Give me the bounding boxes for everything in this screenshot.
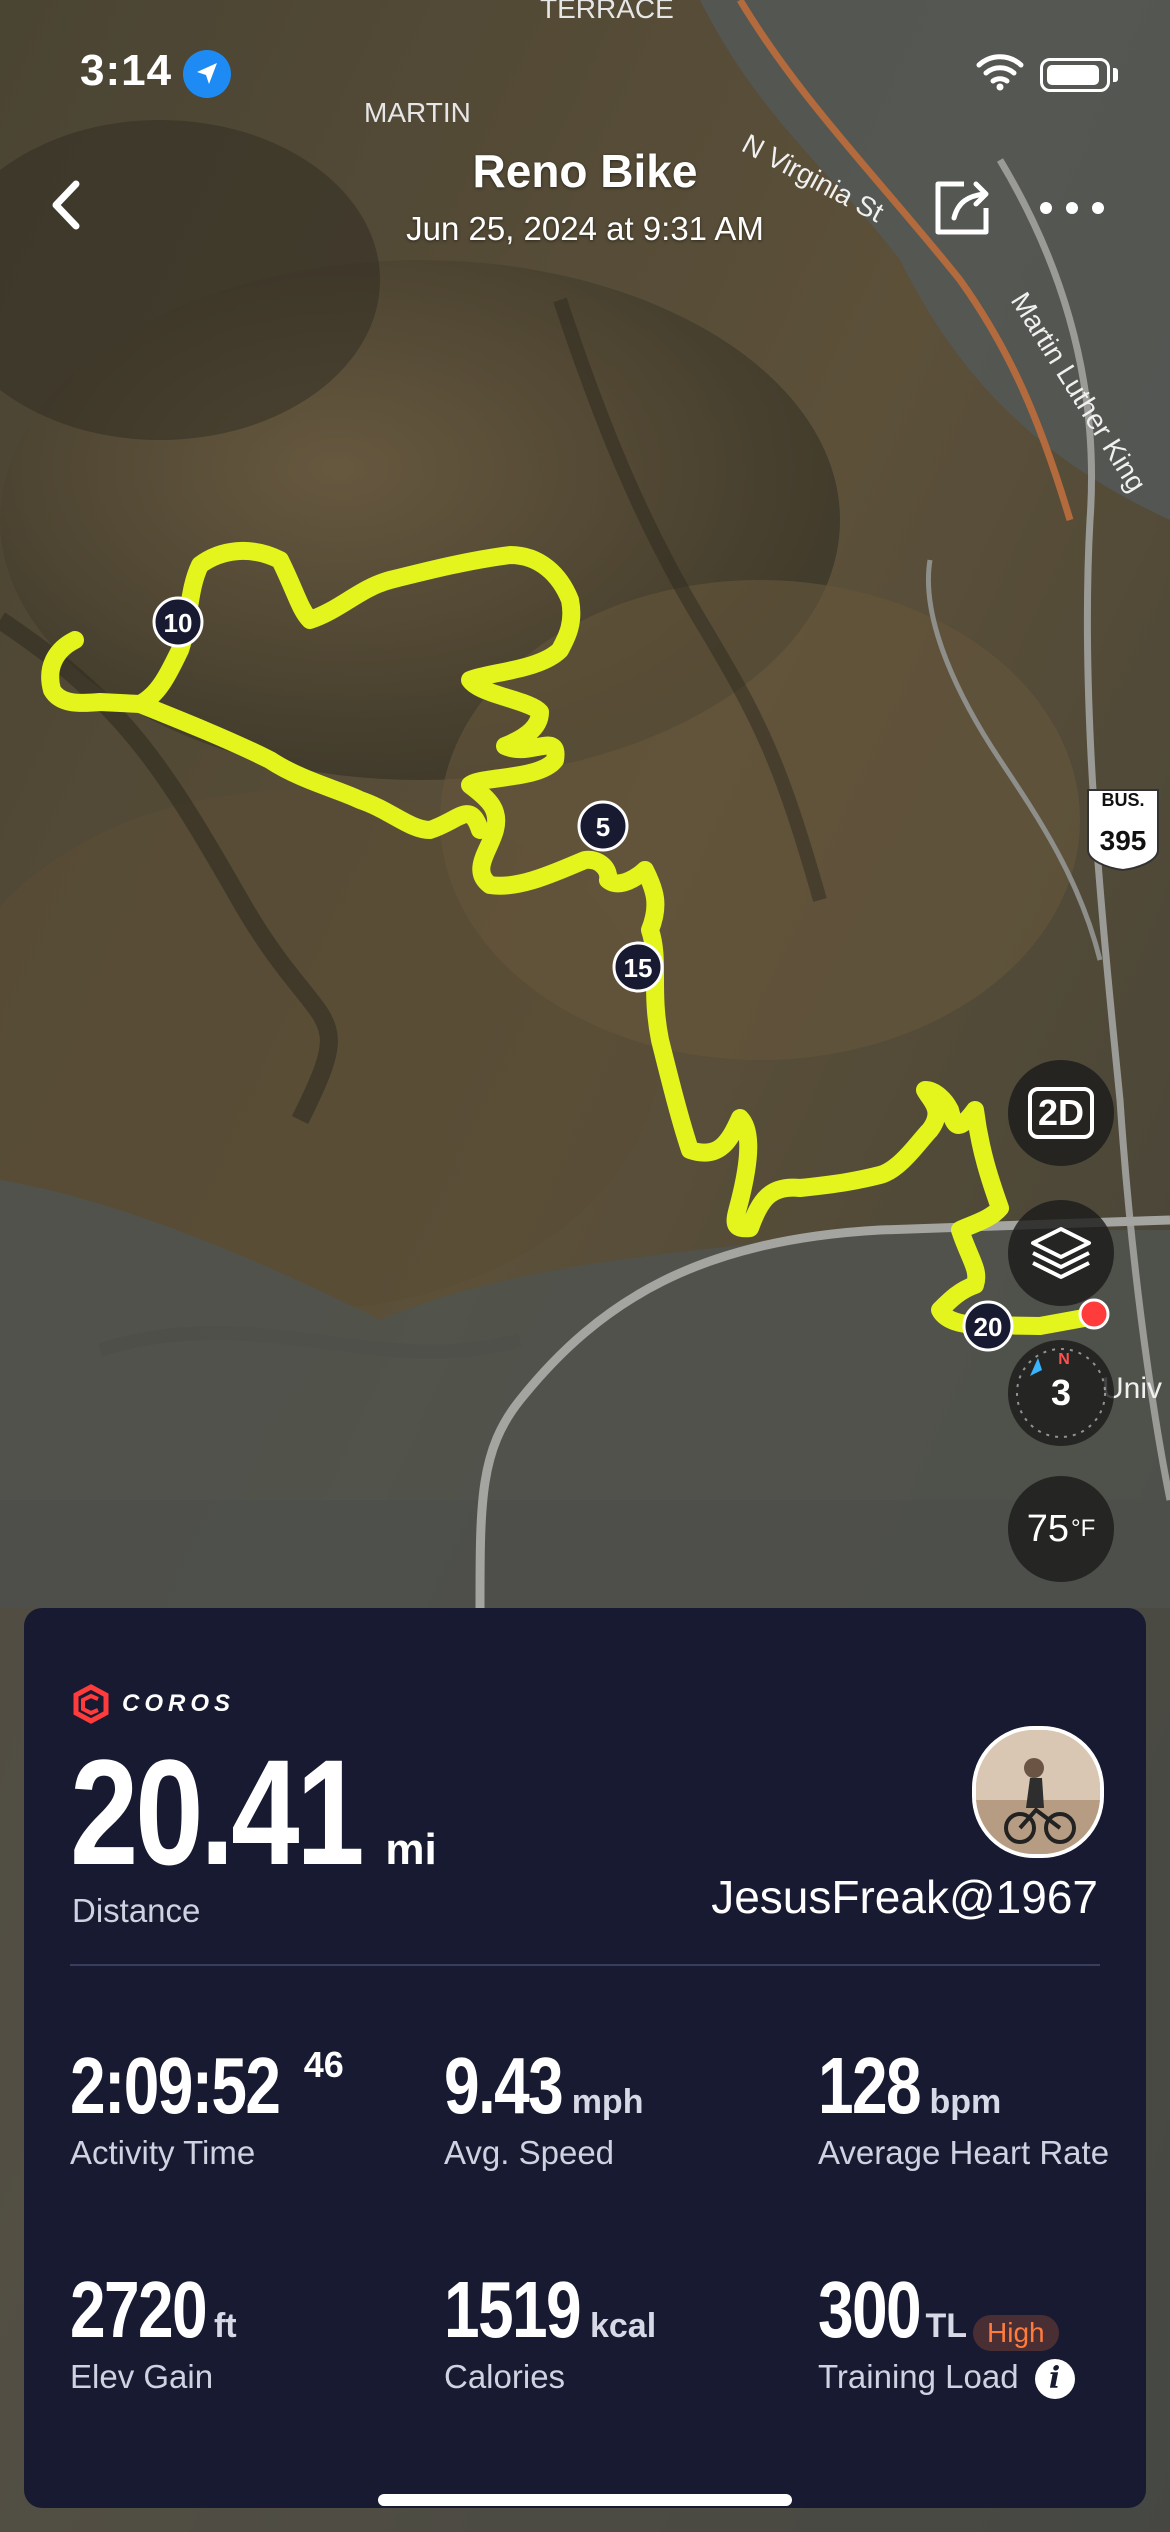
location-arrow-icon xyxy=(183,50,231,98)
route-marker-10[interactable]: 10 xyxy=(152,596,204,648)
stat-avg-speed: 9.43 mph Avg. Speed xyxy=(444,2044,804,2172)
route-marker-15[interactable]: 15 xyxy=(612,941,664,993)
stat-unit: bpm xyxy=(929,2083,1002,2121)
wifi-icon xyxy=(976,54,1024,91)
temperature-unit: °F xyxy=(1071,1515,1096,1542)
view-mode-toggle-button[interactable]: 2D xyxy=(1008,1060,1114,1166)
stat-value: 9.43 xyxy=(444,2041,564,2130)
distance-value: 20.41 xyxy=(70,1728,365,1896)
svg-text:20: 20 xyxy=(974,1312,1003,1342)
stat-sup: 46 xyxy=(303,2044,344,2085)
current-location-dot xyxy=(1078,1298,1110,1330)
view-mode-label: 2D xyxy=(1027,1087,1095,1139)
stat-value: 2:09:52 xyxy=(70,2041,281,2130)
svg-text:BUS.: BUS. xyxy=(1101,790,1144,810)
svg-text:5: 5 xyxy=(596,812,610,842)
stat-unit: TL xyxy=(925,2307,968,2345)
route-marker-5[interactable]: 5 xyxy=(577,800,629,852)
stat-value: 128 xyxy=(818,2041,922,2130)
battery-icon xyxy=(1040,58,1110,92)
stat-label: Calories xyxy=(444,2358,566,2395)
map-layers-button[interactable] xyxy=(1008,1200,1114,1306)
distance-unit: mi xyxy=(385,1825,437,1874)
svg-text:10: 10 xyxy=(164,608,193,638)
stat-value: 300 xyxy=(818,2265,922,2354)
status-bar: 3:14 xyxy=(0,0,1170,140)
stat-label: Activity Time xyxy=(70,2134,256,2171)
distance-block: 20.41 mi xyxy=(70,1726,437,1899)
stat-calories: 1519 kcal Calories xyxy=(444,2268,804,2396)
stat-unit: mph xyxy=(571,2083,644,2121)
distance-label: Distance xyxy=(72,1892,201,1929)
stat-training-load: 300 TL High Training Load i xyxy=(818,2265,1170,2400)
temperature-value: 75 xyxy=(1026,1507,1069,1550)
stat-label: Average Heart Rate xyxy=(818,2134,1110,2171)
coros-logo-icon xyxy=(73,1684,109,1724)
info-icon[interactable]: i xyxy=(1034,2359,1075,2400)
stat-label: Training Load xyxy=(818,2358,1019,2395)
stat-activity-time: 2:09:52 46 Activity Time xyxy=(70,2044,430,2172)
brand-name: COROS xyxy=(122,1690,236,1717)
brand: COROS xyxy=(72,1682,235,1726)
route-marker-20[interactable]: 20 xyxy=(962,1300,1014,1352)
stat-label: Elev Gain xyxy=(70,2358,214,2395)
stat-elev-gain: 2720 ft Elev Gain xyxy=(70,2268,430,2396)
stat-avg-heart-rate: 128 bpm Average Heart Rate xyxy=(818,2044,1170,2172)
compass-button[interactable]: N 3 xyxy=(1008,1340,1114,1446)
stat-value: 1519 xyxy=(444,2265,582,2354)
activity-summary-card: COROS 20.41 mi Distance JesusFreak@1967 … xyxy=(24,1608,1146,2508)
svg-text:395: 395 xyxy=(1100,825,1147,856)
stat-label: Avg. Speed xyxy=(444,2134,615,2171)
stat-unit: kcal xyxy=(589,2307,657,2345)
avatar[interactable] xyxy=(972,1726,1104,1858)
username: JesusFreak@1967 xyxy=(711,1871,1098,1923)
svg-text:15: 15 xyxy=(624,953,653,983)
stat-value: 2720 xyxy=(70,2265,208,2354)
weather-temperature[interactable]: 75 °F xyxy=(1008,1476,1114,1582)
training-load-badge: High xyxy=(973,2314,1059,2351)
compass-value: 3 xyxy=(1050,1372,1072,1413)
svg-text:N: N xyxy=(1058,1351,1070,1368)
stat-unit: ft xyxy=(213,2307,237,2345)
share-button[interactable] xyxy=(928,172,998,242)
divider xyxy=(70,1964,1100,1966)
highway-shield-icon: BUS. 395 xyxy=(1087,789,1159,872)
status-time: 3:14 xyxy=(80,46,173,95)
layers-icon xyxy=(1031,1227,1091,1279)
home-indicator[interactable] xyxy=(378,2494,792,2506)
battery-tip xyxy=(1113,68,1118,82)
more-options-button[interactable] xyxy=(1032,188,1112,228)
stat-label-row: Training Load i xyxy=(818,2358,1170,2400)
